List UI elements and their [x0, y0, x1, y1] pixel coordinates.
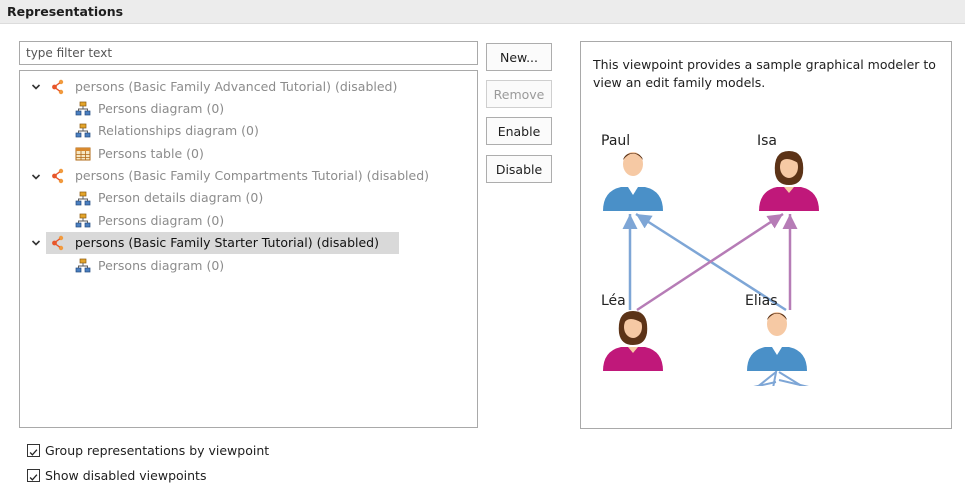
viewpoint-icon: [50, 79, 66, 95]
diagram-icon: [75, 101, 91, 117]
person-name: Paul: [601, 133, 630, 149]
person-name: Elias: [745, 293, 778, 309]
tree-item-representation[interactable]: Persons table (0): [98, 143, 204, 165]
viewpoint-icon: [50, 235, 66, 251]
show-disabled-checkbox[interactable]: [27, 469, 40, 482]
new-button[interactable]: New...: [486, 43, 552, 71]
remove-button[interactable]: Remove: [486, 80, 552, 108]
chevron-down-icon[interactable]: [30, 237, 42, 249]
tree-item-viewpoint[interactable]: persons (Basic Family Compartments Tutor…: [75, 165, 429, 187]
show-disabled-label: Show disabled viewpoints: [45, 468, 207, 483]
tree-item-representation[interactable]: Relationships diagram (0): [98, 120, 259, 142]
tree-item-viewpoint-selected[interactable]: persons (Basic Family Starter Tutorial) …: [46, 232, 399, 254]
diagram-icon: [75, 123, 91, 139]
diagram-icon: [75, 258, 91, 274]
chevron-down-icon[interactable]: [30, 171, 42, 183]
tree-item-representation[interactable]: Persons diagram (0): [98, 255, 224, 277]
diagram-icon: [75, 191, 91, 207]
tree-item-representation[interactable]: Persons diagram (0): [98, 98, 224, 120]
representations-tree[interactable]: persons (Basic Family Advanced Tutorial)…: [19, 70, 478, 428]
enable-button[interactable]: Enable: [486, 117, 552, 145]
group-by-viewpoint-checkbox[interactable]: [27, 444, 40, 457]
person-paul: Paul: [601, 133, 663, 211]
tree-item-representation[interactable]: Person details diagram (0): [98, 187, 263, 209]
person-isa: Isa: [757, 133, 819, 211]
diagram-icon: [75, 213, 91, 229]
family-diagram-illustration: Paul Isa Léa Elias: [581, 133, 951, 428]
checkmark-icon: [28, 447, 39, 458]
section-header-representations: Representations: [0, 0, 965, 24]
viewpoint-description-panel: This viewpoint provides a sample graphic…: [580, 41, 952, 429]
person-elias: Elias: [745, 293, 807, 371]
tree-item-label: persons (Basic Family Starter Tutorial) …: [75, 235, 379, 250]
disable-button[interactable]: Disable: [486, 155, 552, 183]
group-by-viewpoint-label: Group representations by viewpoint: [45, 443, 270, 458]
table-icon: [75, 146, 91, 162]
viewpoint-icon: [50, 168, 66, 184]
person-lea: Léa: [601, 293, 663, 371]
filter-input[interactable]: [19, 41, 478, 65]
tree-item-viewpoint[interactable]: persons (Basic Family Advanced Tutorial)…: [75, 76, 397, 98]
checkmark-icon: [28, 472, 39, 483]
chevron-down-icon[interactable]: [30, 81, 42, 93]
person-name: Isa: [757, 133, 777, 149]
tree-item-representation[interactable]: Persons diagram (0): [98, 210, 224, 232]
person-name: Léa: [601, 293, 626, 309]
